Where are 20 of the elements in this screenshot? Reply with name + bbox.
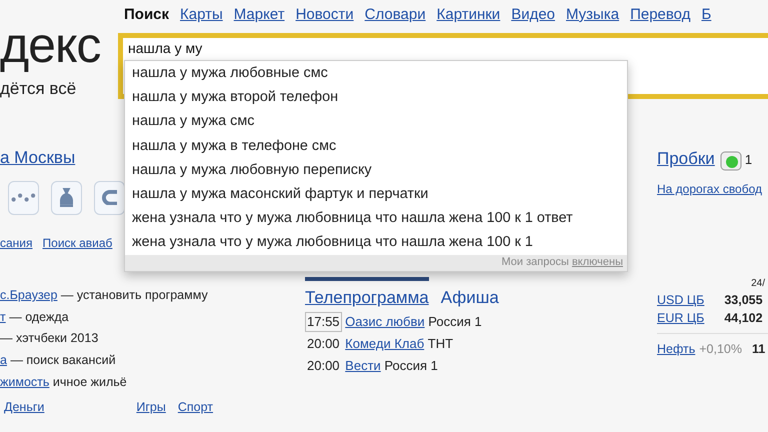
channel-name: ТНТ bbox=[428, 336, 454, 350]
show-time: 17:55 bbox=[305, 312, 342, 332]
logo-text: декс bbox=[0, 20, 100, 70]
show-time: 20:00 bbox=[306, 334, 341, 352]
promo-text: — поиск вакансий bbox=[10, 353, 116, 368]
oil-change: +0,10% bbox=[699, 341, 742, 358]
promo-text: ичное жильё bbox=[52, 374, 127, 389]
channel-name: Россия 1 bbox=[428, 314, 482, 328]
show-time: 20:00 bbox=[306, 356, 341, 374]
rate-value: 44,102 bbox=[724, 310, 763, 327]
channel-name: Россия 1 bbox=[384, 358, 438, 372]
traffic-score: 1 bbox=[744, 152, 752, 167]
promo-text: — хэтчбеки 2013 bbox=[0, 331, 98, 346]
footer-text: Мои запросы bbox=[502, 256, 569, 268]
oil-price: 11 bbox=[752, 341, 766, 358]
rate-value: 33,055 bbox=[724, 292, 763, 309]
rate-date: 24/ bbox=[750, 277, 765, 291]
promo-text: — установить программу bbox=[60, 288, 208, 302]
tagline: дётся всё bbox=[0, 78, 76, 100]
promo-text: — одежда bbox=[9, 310, 69, 324]
